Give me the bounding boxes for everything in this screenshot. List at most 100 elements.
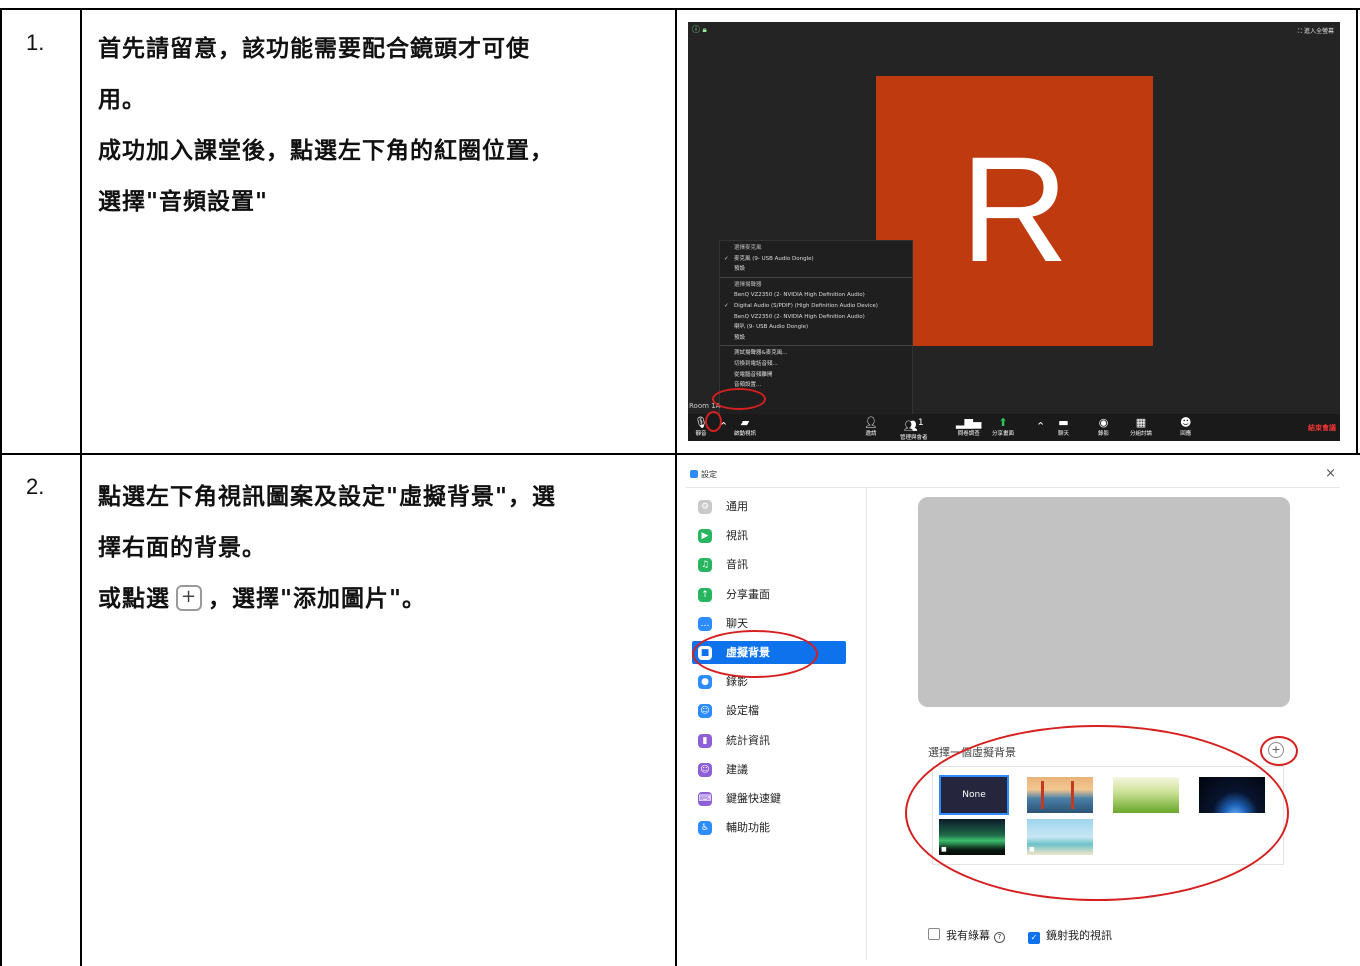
sidebar-item-icon: ▶ bbox=[698, 529, 712, 544]
menu-item[interactable]: Digital Audio (S/PDIF) (High Definition … bbox=[720, 301, 912, 312]
participants-icon: 👥︎1 bbox=[903, 417, 924, 433]
help-icon[interactable]: ? bbox=[994, 932, 1005, 943]
bar-chart-icon: ▂▆▄ bbox=[956, 416, 982, 429]
sidebar-item-icon: ☺ bbox=[698, 762, 712, 777]
menu-item[interactable]: 從電腦音頻離開 bbox=[720, 370, 912, 381]
sidebar-item[interactable]: ↑ 分享畫面 bbox=[692, 583, 846, 606]
add-icon: + bbox=[176, 585, 202, 611]
reactions-button[interactable]: ☻ 回應 bbox=[1180, 416, 1191, 437]
sidebar-item[interactable]: ☺ 設定檔 bbox=[692, 699, 846, 722]
share-screen-button[interactable]: ⬆ 分享畫面 bbox=[992, 416, 1014, 437]
participants-button[interactable]: 👥︎1 管理與會者 bbox=[900, 416, 928, 441]
step-line: 或點選 + ，選擇"添加圖片"。 bbox=[98, 574, 668, 625]
title-divider bbox=[686, 487, 1340, 488]
sidebar-item[interactable]: ☺ 建議 bbox=[692, 758, 846, 781]
step-line: 點選左下角視訊圖案及設定"虛擬背景"，選 bbox=[98, 484, 556, 510]
mirror-video-checkbox[interactable]: ✓ bbox=[1028, 932, 1040, 944]
close-icon[interactable]: × bbox=[1325, 466, 1336, 481]
participants-count: 1 bbox=[917, 417, 924, 428]
sidebar-item[interactable]: ⌨ 鍵盤快速鍵 bbox=[692, 787, 846, 810]
sidebar-item-label: 通用 bbox=[726, 500, 748, 513]
share-label: 分享畫面 bbox=[992, 431, 1015, 437]
info-lock-icon: ⓘ 🔒︎ bbox=[692, 25, 707, 34]
menu-item[interactable]: 測試揚聲器&麥克風... bbox=[720, 348, 912, 359]
table-border-top bbox=[0, 8, 1360, 10]
sidebar-item-label: 設定檔 bbox=[726, 704, 759, 718]
menu-item[interactable]: BenQ VZ2350 (2- NVIDIA High Definition A… bbox=[720, 312, 912, 323]
menu-item[interactable]: 預設 bbox=[720, 333, 912, 344]
sidebar-item-label: 鍵盤快速鍵 bbox=[726, 792, 781, 805]
annotation-circle bbox=[692, 630, 818, 678]
step-line-part: 或點選 bbox=[98, 586, 170, 612]
menu-item[interactable]: 預設 bbox=[720, 264, 912, 275]
step-line-part: ，選擇"添加圖片"。 bbox=[208, 586, 426, 612]
sidebar-item[interactable]: ♿ 輔助功能 bbox=[692, 816, 846, 839]
annotation-circle bbox=[712, 388, 766, 410]
step-instructions: 首先請留意，該功能需要配合鏡頭才可使 用。 成功加入課堂後，點選左下角的紅圈位置… bbox=[98, 24, 668, 228]
record-button[interactable]: ◉ 錄影 bbox=[1098, 416, 1109, 437]
sidebar-item-icon: ☺ bbox=[698, 704, 712, 719]
start-video-button[interactable]: ▰ 啟動視訊 bbox=[734, 416, 756, 437]
video-preview bbox=[918, 497, 1290, 707]
mirror-video-option[interactable]: ✓ 鏡射我的視訊 bbox=[1028, 927, 1112, 944]
reactions-label: 回應 bbox=[1180, 431, 1192, 437]
step-line: 用。 bbox=[98, 87, 146, 113]
menu-section-heading: 選擇麥克風 bbox=[734, 245, 762, 251]
fullscreen-button[interactable]: ⛶ 進入全螢幕 bbox=[1298, 26, 1334, 36]
sidebar-item-icon: ↑ bbox=[698, 587, 712, 602]
sidebar-item-label: 音訊 bbox=[726, 558, 748, 572]
zoom-logo-icon bbox=[690, 470, 698, 478]
table-border-right bbox=[1356, 8, 1358, 454]
sidebar-item[interactable]: ▶ 視訊 bbox=[692, 524, 846, 547]
fullscreen-label: 進入全螢幕 bbox=[1303, 28, 1334, 35]
chat-icon: ▬ bbox=[1058, 416, 1069, 429]
breakout-rooms-button[interactable]: ▦ 分組討論 bbox=[1130, 416, 1152, 437]
invite-button[interactable]: 👤︎ 邀請 bbox=[864, 416, 878, 437]
sidebar-item[interactable]: ▮ 統計資訊 bbox=[692, 729, 846, 752]
sidebar-item-icon: ♫ bbox=[698, 558, 712, 573]
step-line: 選擇"音頻設置" bbox=[98, 189, 268, 215]
participants-label: 管理與會者 bbox=[900, 434, 928, 441]
sidebar-item[interactable]: ♫ 音訊 bbox=[692, 553, 846, 576]
sidebar-item-icon: ⚙ bbox=[698, 500, 712, 514]
polls-button[interactable]: ▂▆▄ 問卷調查 bbox=[956, 416, 981, 437]
reaction-icon: ☻ bbox=[1180, 416, 1192, 429]
polls-label: 問卷調查 bbox=[957, 431, 980, 437]
menu-separator bbox=[720, 345, 912, 347]
sidebar-item-label: 視訊 bbox=[726, 529, 748, 543]
menu-item[interactable]: 麥克風 (9- USB Audio Dongle) bbox=[720, 254, 912, 265]
sidebar-item[interactable]: ⚙ 通用 bbox=[692, 495, 846, 518]
green-screen-option[interactable]: 我有綠幕? bbox=[928, 927, 1005, 943]
chat-label: 聊天 bbox=[1058, 431, 1070, 437]
menu-item[interactable]: 喇叭 (9- USB Audio Dongle) bbox=[720, 322, 912, 333]
share-options-button[interactable]: ⌃ bbox=[1036, 420, 1045, 433]
end-meeting-button[interactable]: 結束會議 bbox=[1308, 423, 1336, 433]
table-border-col1 bbox=[80, 8, 82, 966]
sidebar-item-label: 建議 bbox=[726, 762, 748, 776]
menu-item[interactable]: 切換到電話音頻... bbox=[720, 359, 912, 370]
meeting-toolbar: 🎙︎ 靜音 ⌃ ▰ 啟動視訊 👤︎ 邀請 👥︎1 管理與會者 ▂▆▄ 問卷調查 ⬆ 分享畫面… bbox=[688, 414, 1340, 441]
sidebar-item-label: 輔助功能 bbox=[726, 821, 770, 835]
sidebar-item-icon: ▮ bbox=[698, 733, 712, 748]
breakout-icon: ▦ bbox=[1135, 416, 1147, 429]
mirror-video-label: 鏡射我的視訊 bbox=[1046, 929, 1112, 942]
table-border-col2 bbox=[675, 8, 677, 966]
chat-button[interactable]: ▬ 聊天 bbox=[1058, 416, 1069, 437]
sidebar-item-label: 分享畫面 bbox=[726, 587, 770, 601]
step-instructions: 點選左下角視訊圖案及設定"虛擬背景"，選 擇右面的背景。 或點選 + ，選擇"添加圖… bbox=[98, 472, 668, 625]
window-title: 設定 bbox=[690, 469, 717, 480]
step-number: 2. bbox=[26, 474, 45, 499]
record-label: 錄影 bbox=[1098, 431, 1110, 437]
green-screen-checkbox[interactable] bbox=[928, 928, 940, 940]
share-icon: ⬆ bbox=[998, 416, 1008, 429]
menu-separator bbox=[720, 276, 912, 278]
window-title-text: 設定 bbox=[701, 470, 717, 479]
annotation-circle bbox=[705, 411, 722, 432]
add-user-icon: 👤︎ bbox=[864, 416, 878, 429]
sidebar-item-icon: ⌨ bbox=[698, 792, 712, 806]
participant-avatar: R bbox=[876, 76, 1153, 346]
menu-section-heading: 選擇揚聲器 bbox=[734, 281, 762, 288]
table-border-left bbox=[0, 8, 2, 966]
menu-item[interactable]: BenQ VZ2350 (2- NVIDIA High Definition A… bbox=[720, 290, 912, 301]
chevron-up-icon: ⌃ bbox=[1036, 420, 1046, 433]
